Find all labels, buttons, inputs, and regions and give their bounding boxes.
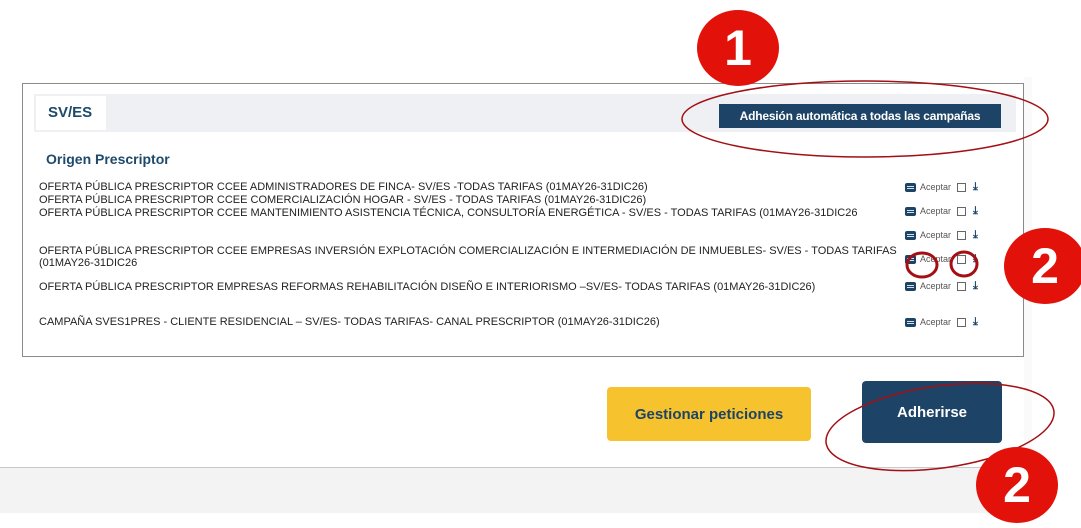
step-badge-1: 1: [697, 10, 779, 86]
highlight-ring-checkbox: [949, 250, 979, 278]
annotation-overlay: [681, 80, 1055, 472]
step-badge-2: 2: [1004, 228, 1081, 304]
highlight-ellipse-adhesion: [681, 80, 1049, 158]
highlight-ring-document: [905, 251, 939, 279]
step-badge-2: 2: [976, 447, 1058, 523]
